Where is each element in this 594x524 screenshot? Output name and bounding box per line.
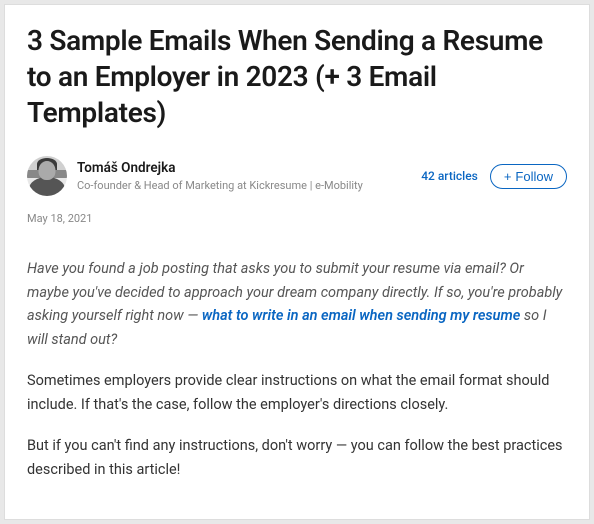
publish-date: May 18, 2021 bbox=[27, 212, 567, 225]
intro-highlight-link[interactable]: what to write in an email when sending m… bbox=[202, 307, 520, 324]
paragraph-3: But if you can't find any instructions, … bbox=[27, 434, 567, 481]
author-subtitle: Co-founder & Head of Marketing at Kickre… bbox=[77, 178, 363, 193]
author-name[interactable]: Tomáš Ondrejka bbox=[77, 159, 363, 178]
author-right: 42 articles + Follow bbox=[421, 164, 567, 189]
plus-icon: + bbox=[504, 169, 512, 184]
follow-label: Follow bbox=[515, 169, 553, 184]
follow-button[interactable]: + Follow bbox=[490, 164, 567, 189]
paragraph-2: Sometimes employers provide clear instru… bbox=[27, 369, 567, 416]
author-info: Tomáš Ondrejka Co-founder & Head of Mark… bbox=[77, 159, 363, 193]
author-left: Tomáš Ondrejka Co-founder & Head of Mark… bbox=[27, 156, 363, 196]
avatar[interactable] bbox=[27, 156, 67, 196]
articles-count-link[interactable]: 42 articles bbox=[421, 169, 478, 183]
article-title: 3 Sample Emails When Sending a Resume to… bbox=[27, 23, 567, 130]
intro-paragraph: Have you found a job posting that asks y… bbox=[27, 257, 567, 351]
article-container: 3 Sample Emails When Sending a Resume to… bbox=[4, 4, 590, 520]
author-row: Tomáš Ondrejka Co-founder & Head of Mark… bbox=[27, 156, 567, 196]
